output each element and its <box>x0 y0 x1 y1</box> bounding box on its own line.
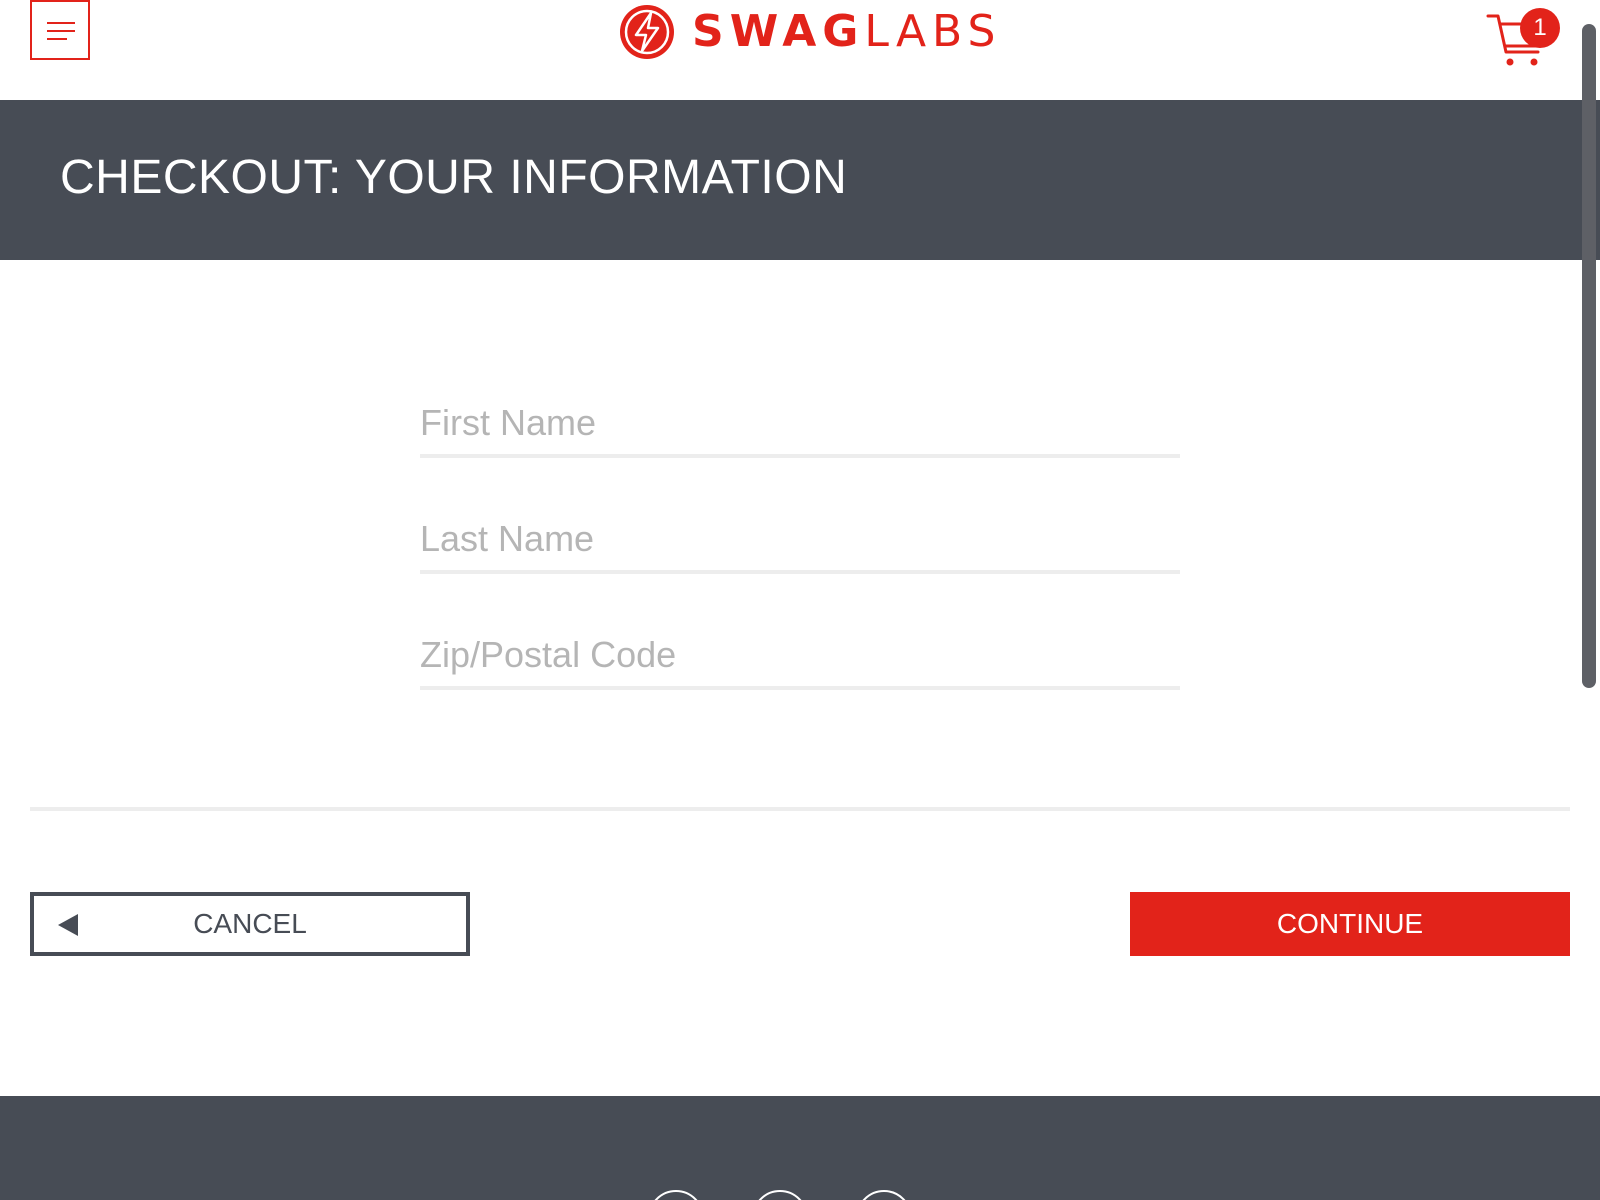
top-header: SWAGLABS 1 <box>0 0 1600 100</box>
lightning-bolt-logo-icon <box>620 5 674 59</box>
form-divider <box>30 807 1570 811</box>
checkout-page: SWAGLABS 1 CHECKOUT: YOUR INFORMATION Fi… <box>0 0 1600 1200</box>
last-name-field-wrapper <box>420 496 1180 612</box>
menu-line-icon <box>47 38 67 40</box>
first-name-input[interactable] <box>420 400 1180 458</box>
cancel-button-label: CANCEL <box>193 908 307 939</box>
menu-button[interactable] <box>30 0 90 60</box>
logo-text: SWAGLABS <box>692 10 1001 54</box>
cart-badge: 1 <box>1520 8 1560 48</box>
continue-button-label: CONTINUE <box>1276 908 1424 939</box>
facebook-icon[interactable] <box>752 1190 808 1200</box>
vertical-scrollbar[interactable] <box>1582 24 1596 688</box>
menu-line-icon <box>47 22 75 24</box>
menu-line-icon <box>47 30 75 32</box>
checkout-info-form <box>420 380 1180 728</box>
twitter-icon[interactable] <box>648 1190 704 1200</box>
logo-text-labs: LABS <box>864 6 1002 57</box>
first-name-field-wrapper <box>420 380 1180 496</box>
postal-code-field-wrapper <box>420 612 1180 728</box>
continue-button[interactable]: CONTINUE <box>1130 892 1570 956</box>
last-name-input[interactable] <box>420 516 1180 574</box>
postal-code-input[interactable] <box>420 632 1180 690</box>
logo-text-swag: SWAG <box>692 6 865 57</box>
title-bar: CHECKOUT: YOUR INFORMATION <box>0 100 1600 260</box>
swag-labs-logo: SWAGLABS <box>618 0 1001 64</box>
linkedin-icon[interactable] <box>856 1190 912 1200</box>
shopping-cart-link[interactable]: 1 <box>1486 8 1560 70</box>
cancel-button[interactable]: CANCEL <box>30 892 470 956</box>
footer <box>0 1096 1600 1200</box>
page-title: CHECKOUT: YOUR INFORMATION <box>60 151 848 204</box>
